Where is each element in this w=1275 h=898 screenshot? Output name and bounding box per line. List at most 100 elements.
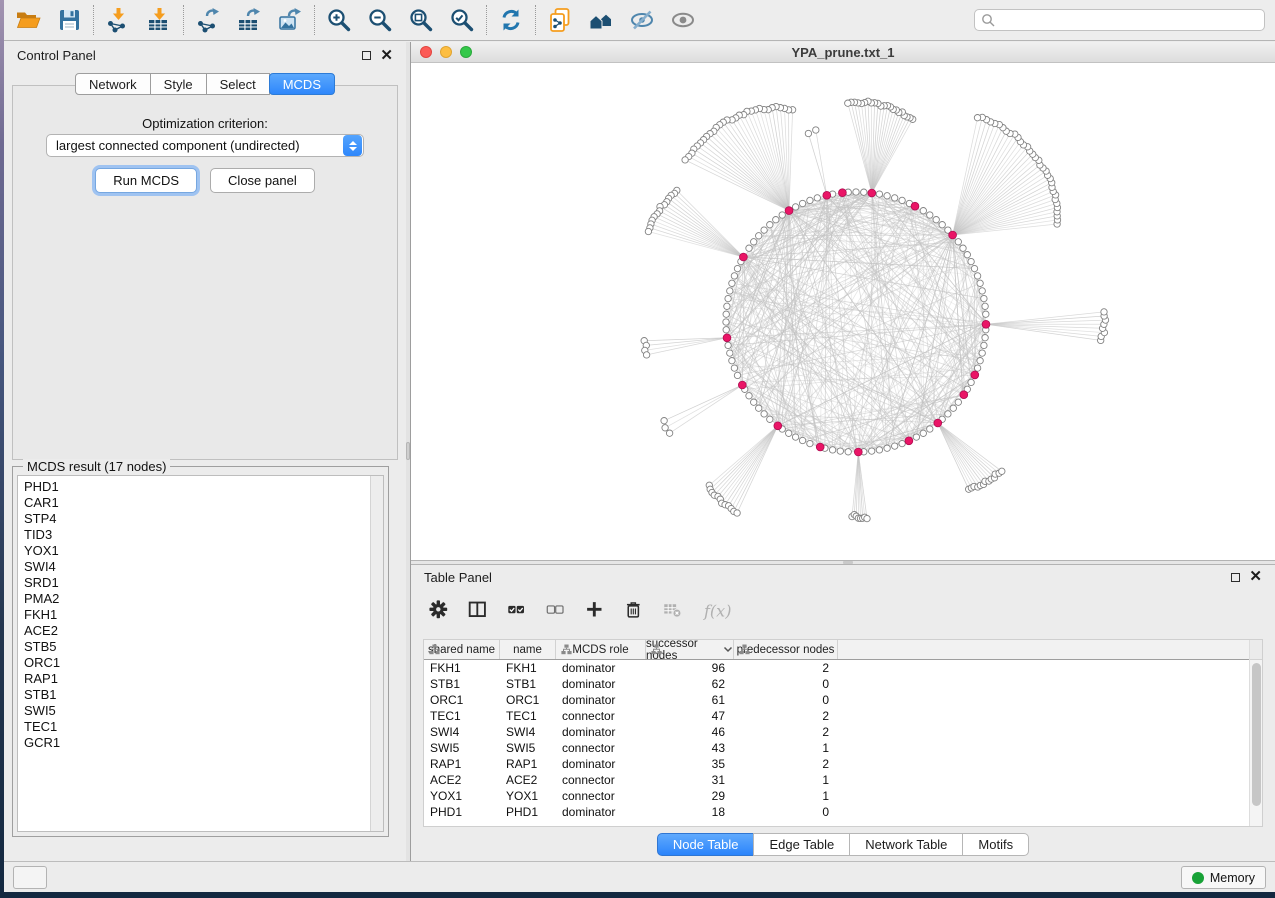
cell-predecessor_nodes[interactable]: 1: [734, 788, 838, 804]
tab-select[interactable]: Select: [206, 73, 270, 95]
table-row[interactable]: RAP1RAP1dominator352: [424, 756, 1262, 772]
cell-predecessor_nodes[interactable]: 0: [734, 692, 838, 708]
run-mcds-button[interactable]: Run MCDS: [95, 168, 197, 193]
cell-mcds_role[interactable]: dominator: [556, 724, 646, 740]
cell-predecessor_nodes[interactable]: 1: [734, 740, 838, 756]
clone-network-button[interactable]: [546, 6, 574, 34]
cell-name[interactable]: PHD1: [500, 804, 556, 820]
cell-name[interactable]: RAP1: [500, 756, 556, 772]
deselect-all-button[interactable]: [546, 600, 568, 622]
horizontal-splitter-handle[interactable]: [843, 561, 853, 564]
zoom-selected-button[interactable]: [448, 6, 476, 34]
cell-shared_name[interactable]: PHD1: [424, 804, 500, 820]
cell-shared_name[interactable]: ORC1: [424, 692, 500, 708]
cell-successor_nodes[interactable]: 18: [646, 804, 734, 820]
cell-shared_name[interactable]: RAP1: [424, 756, 500, 772]
cell-name[interactable]: FKH1: [500, 660, 556, 676]
table-row[interactable]: YOX1YOX1connector291: [424, 788, 1262, 804]
cell-mcds_role[interactable]: dominator: [556, 692, 646, 708]
cell-successor_nodes[interactable]: 43: [646, 740, 734, 756]
mcds-result-item[interactable]: PMA2: [24, 591, 383, 607]
cell-predecessor_nodes[interactable]: 2: [734, 708, 838, 724]
tab-node-table[interactable]: Node Table: [657, 833, 755, 856]
show-columns-button[interactable]: [468, 600, 490, 622]
scrollbar-thumb[interactable]: [1252, 663, 1261, 806]
cell-mcds_role[interactable]: dominator: [556, 756, 646, 772]
export-network-button[interactable]: [194, 6, 222, 34]
column-header-predecessor-nodes[interactable]: predecessor nodes: [734, 640, 838, 659]
mcds-result-item[interactable]: YOX1: [24, 543, 383, 559]
tab-network[interactable]: Network: [75, 73, 151, 95]
cell-predecessor_nodes[interactable]: 2: [734, 660, 838, 676]
mcds-result-item[interactable]: SRD1: [24, 575, 383, 591]
table-panel-close-icon[interactable]: ✕: [1249, 572, 1262, 582]
table-row[interactable]: FKH1FKH1dominator962: [424, 660, 1262, 676]
cell-mcds_role[interactable]: connector: [556, 788, 646, 804]
cell-successor_nodes[interactable]: 46: [646, 724, 734, 740]
open-file-button[interactable]: [14, 6, 42, 34]
cell-shared_name[interactable]: TEC1: [424, 708, 500, 724]
control-panel-float-icon[interactable]: [362, 51, 371, 60]
mcds-result-item[interactable]: CAR1: [24, 495, 383, 511]
search-input[interactable]: [1000, 13, 1258, 27]
table-row[interactable]: STB1STB1dominator620: [424, 676, 1262, 692]
cell-mcds_role[interactable]: connector: [556, 740, 646, 756]
optimization-criterion-select[interactable]: largest connected component (undirected): [46, 134, 364, 157]
cell-mcds_role[interactable]: connector: [556, 772, 646, 788]
zoom-out-button[interactable]: [366, 6, 394, 34]
cell-successor_nodes[interactable]: 96: [646, 660, 734, 676]
cell-successor_nodes[interactable]: 47: [646, 708, 734, 724]
column-header-successor-nodes[interactable]: successor nodes: [646, 640, 734, 659]
network-canvas[interactable]: [411, 63, 1275, 560]
cell-name[interactable]: YOX1: [500, 788, 556, 804]
mcds-result-item[interactable]: STB1: [24, 687, 383, 703]
mcds-result-item[interactable]: SWI5: [24, 703, 383, 719]
tab-style[interactable]: Style: [150, 73, 207, 95]
mcds-result-item[interactable]: STP4: [24, 511, 383, 527]
import-table-button[interactable]: [145, 6, 173, 34]
cell-predecessor_nodes[interactable]: 0: [734, 804, 838, 820]
table-row[interactable]: ACE2ACE2connector311: [424, 772, 1262, 788]
cell-successor_nodes[interactable]: 35: [646, 756, 734, 772]
memory-button[interactable]: Memory: [1181, 866, 1266, 889]
add-column-button[interactable]: [585, 600, 607, 622]
cell-predecessor_nodes[interactable]: 2: [734, 724, 838, 740]
close-window-icon[interactable]: [420, 46, 432, 58]
tab-network-table[interactable]: Network Table: [849, 833, 963, 856]
control-panel-close-icon[interactable]: ✕: [380, 51, 393, 61]
cell-name[interactable]: SWI5: [500, 740, 556, 756]
cell-mcds_role[interactable]: dominator: [556, 660, 646, 676]
table-row[interactable]: TEC1TEC1connector472: [424, 708, 1262, 724]
mcds-list-scrollbar[interactable]: [370, 476, 383, 831]
hide-selected-button[interactable]: [628, 6, 656, 34]
cell-shared_name[interactable]: YOX1: [424, 788, 500, 804]
cell-successor_nodes[interactable]: 29: [646, 788, 734, 804]
cell-predecessor_nodes[interactable]: 1: [734, 772, 838, 788]
cell-shared_name[interactable]: STB1: [424, 676, 500, 692]
mcds-result-item[interactable]: STB5: [24, 639, 383, 655]
zoom-in-button[interactable]: [325, 6, 353, 34]
first-neighbors-button[interactable]: [587, 6, 615, 34]
show-all-button[interactable]: [669, 6, 697, 34]
cell-name[interactable]: ACE2: [500, 772, 556, 788]
minimize-window-icon[interactable]: [440, 46, 452, 58]
export-table-button[interactable]: [235, 6, 263, 34]
cell-name[interactable]: TEC1: [500, 708, 556, 724]
column-header-MCDS-role[interactable]: MCDS role: [556, 640, 646, 659]
table-row[interactable]: PHD1PHD1dominator180: [424, 804, 1262, 820]
mcds-result-item[interactable]: TID3: [24, 527, 383, 543]
column-header-shared-name[interactable]: shared name: [424, 640, 500, 659]
cell-name[interactable]: STB1: [500, 676, 556, 692]
tab-mcds[interactable]: MCDS: [269, 73, 335, 95]
close-mcds-panel-button[interactable]: Close panel: [210, 168, 315, 193]
select-all-button[interactable]: [507, 600, 529, 622]
tab-edge-table[interactable]: Edge Table: [753, 833, 850, 856]
cell-shared_name[interactable]: SWI4: [424, 724, 500, 740]
zoom-fit-button[interactable]: [407, 6, 435, 34]
mcds-result-item[interactable]: GCR1: [24, 735, 383, 751]
cell-successor_nodes[interactable]: 62: [646, 676, 734, 692]
mcds-result-item[interactable]: ACE2: [24, 623, 383, 639]
cell-mcds_role[interactable]: dominator: [556, 676, 646, 692]
export-image-button[interactable]: [276, 6, 304, 34]
cell-successor_nodes[interactable]: 31: [646, 772, 734, 788]
